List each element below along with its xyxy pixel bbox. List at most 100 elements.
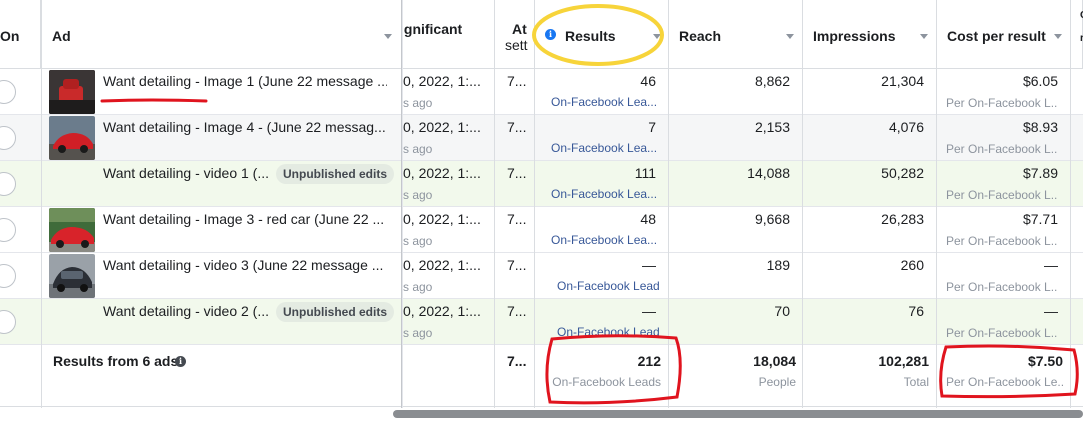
cost-type: Per On-Facebook L... <box>946 326 1058 340</box>
impressions-value: 76 <box>908 303 924 319</box>
cost-value: $8.93 <box>1022 119 1058 135</box>
unpublished-edits-badge: Unpublished edits <box>276 164 395 184</box>
reach-value: 70 <box>774 303 790 319</box>
table-row[interactable]: Want detailing - video 1 (... Unpublishe… <box>0 161 1083 207</box>
chevron-down-icon[interactable] <box>786 34 794 39</box>
totals-results-type: On-Facebook Leads <box>552 375 661 389</box>
header-reach[interactable]: Reach <box>669 0 803 69</box>
cost-value: $7.71 <box>1022 211 1058 227</box>
results-value: 48 <box>640 211 656 227</box>
totals-attribution: 7... <box>507 353 527 369</box>
date-text: 0, 2022, 1:... <box>403 119 481 135</box>
date-text: 0, 2022, 1:... <box>403 303 481 319</box>
ad-name[interactable]: Want detailing - video 1 (... <box>103 165 273 181</box>
header-significant[interactable]: ignificant <box>402 0 495 69</box>
chevron-down-icon[interactable] <box>653 34 661 39</box>
totals-cost-type: Per On-Facebook Le... <box>946 375 1063 389</box>
info-icon[interactable]: i <box>175 356 186 367</box>
scrollbar-thumb[interactable] <box>393 410 1083 418</box>
attribution-text: 7... <box>507 257 527 273</box>
attribution-text: 7... <box>507 303 527 319</box>
header-next-column[interactable]: C r <box>1071 0 1083 69</box>
column-divider <box>668 0 669 408</box>
toggle-switch[interactable] <box>0 126 16 150</box>
toggle-switch[interactable] <box>0 172 16 196</box>
ad-thumbnail <box>49 116 95 160</box>
ad-thumbnail <box>49 208 95 252</box>
ad-name[interactable]: Want detailing - video 3 (June 22 messag… <box>103 257 387 273</box>
ad-name[interactable]: Want detailing - Image 1 (June 22 messag… <box>103 73 387 89</box>
header-results[interactable]: i Results <box>535 0 669 69</box>
date-text: 0, 2022, 1:... <box>403 211 481 227</box>
toggle-switch[interactable] <box>0 80 16 104</box>
results-value: 46 <box>640 73 656 89</box>
totals-impressions: 102,281 <box>878 353 929 369</box>
totals-results: 212 <box>637 353 661 369</box>
table-row[interactable]: Want detailing - Image 4 - (June 22 mess… <box>0 115 1083 161</box>
attribution-text: 7... <box>507 73 527 89</box>
date-text: 0, 2022, 1:... <box>403 73 481 89</box>
ago-text: s ago <box>403 234 433 248</box>
totals-reach: 18,084 <box>753 353 796 369</box>
header-attribution-line1: At <box>512 21 527 37</box>
results-type: On-Facebook Lea... <box>551 187 657 201</box>
impressions-value: 260 <box>900 257 924 273</box>
column-divider <box>534 0 535 408</box>
toggle-switch[interactable] <box>0 310 16 334</box>
column-divider <box>402 0 403 408</box>
impressions-value: 21,304 <box>881 73 924 89</box>
totals-cost: $7.50 <box>1027 353 1063 369</box>
table-row[interactable]: Want detailing - video 3 (June 22 messag… <box>0 253 1083 299</box>
totals-reach-type: People <box>758 375 796 389</box>
ago-text: s ago <box>403 96 433 110</box>
attribution-text: 7... <box>507 119 527 135</box>
ad-name[interactable]: Want detailing - Image 3 - red car (June… <box>103 211 387 227</box>
ad-thumbnail <box>49 70 95 114</box>
column-divider <box>936 0 937 408</box>
reach-value: 2,153 <box>754 119 790 135</box>
attribution-text: 7... <box>507 211 527 227</box>
ago-text: s ago <box>403 188 433 202</box>
results-type: On-Facebook Lea... <box>551 95 657 109</box>
reach-value: 14,088 <box>747 165 790 181</box>
ad-name[interactable]: Want detailing - Image 4 - (June 22 mess… <box>103 119 387 135</box>
toggle-switch[interactable] <box>0 264 16 288</box>
unpublished-edits-badge: Unpublished edits <box>276 302 395 322</box>
reach-value: 9,668 <box>754 211 790 227</box>
ad-thumbnail <box>49 254 95 298</box>
ad-name[interactable]: Want detailing - video 2 (... <box>103 303 273 319</box>
header-results-label: Results <box>565 28 616 44</box>
cost-type: Per On-Facebook L... <box>946 280 1058 294</box>
toggle-switch[interactable] <box>0 218 16 242</box>
chevron-down-icon[interactable] <box>1054 34 1062 39</box>
date-text: 0, 2022, 1:... <box>403 165 481 181</box>
reach-value: 189 <box>766 257 790 273</box>
totals-label: Results from 6 ads <box>53 353 179 369</box>
impressions-value: 4,076 <box>888 119 924 135</box>
header-ad[interactable]: Ad <box>41 0 402 69</box>
table-row[interactable]: Want detailing - Image 3 - red car (June… <box>0 207 1083 253</box>
results-value: 111 <box>634 165 656 181</box>
results-value: 7 <box>648 119 656 135</box>
table-row[interactable]: Want detailing - video 2 (... Unpublishe… <box>0 299 1083 345</box>
cost-type: Per On-Facebook L... <box>946 142 1058 156</box>
info-icon[interactable]: i <box>545 29 556 40</box>
header-cost-per-result[interactable]: Cost per result <box>937 0 1071 69</box>
chevron-down-icon[interactable] <box>384 34 392 39</box>
impressions-value: 26,283 <box>881 211 924 227</box>
header-on[interactable]: On <box>0 0 41 69</box>
cost-value: — <box>1044 303 1058 319</box>
header-impressions[interactable]: Impressions <box>803 0 937 69</box>
header-attribution[interactable]: At sett <box>495 0 535 69</box>
results-value: — <box>642 257 656 273</box>
date-text: 0, 2022, 1:... <box>403 257 481 273</box>
ads-table: On Ad ignificant At sett i Results Reach… <box>0 0 1083 408</box>
ago-text: s ago <box>403 280 433 294</box>
cost-type: Per On-Facebook L... <box>946 96 1058 110</box>
cost-type: Per On-Facebook L... <box>946 188 1058 202</box>
cost-type: Per On-Facebook L... <box>946 234 1058 248</box>
cost-value: — <box>1044 257 1058 273</box>
column-divider <box>1070 0 1071 408</box>
table-row[interactable]: Want detailing - Image 1 (June 22 messag… <box>0 69 1083 115</box>
chevron-down-icon[interactable] <box>920 34 928 39</box>
